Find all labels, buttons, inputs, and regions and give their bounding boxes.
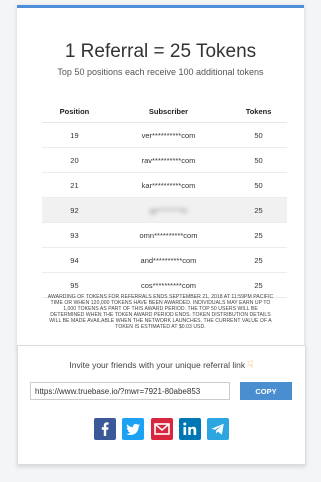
copy-button[interactable]: COPY [240, 382, 292, 400]
row-subscriber: gx********m [106, 197, 231, 223]
column-header-tokens: Tokens [230, 100, 287, 123]
row-subscriber: omn**********com [106, 222, 231, 248]
row-subscriber: rav**********com [106, 147, 231, 173]
pointing-down-hand-icon: ☟ [247, 360, 254, 371]
row-subscriber: kar**********com [106, 172, 231, 198]
column-header-subscriber: Subscriber [106, 100, 231, 123]
invite-text: Invite your friends with your unique ref… [69, 360, 246, 370]
row-tokens: 50 [230, 172, 287, 198]
referral-card: 1 Referral = 25 Tokens Top 50 positions … [17, 5, 304, 348]
table-row: 21 kar**********com 50 [42, 172, 287, 198]
row-tokens: 50 [230, 147, 287, 173]
row-tokens: 25 [230, 197, 287, 223]
table-row: 93 omn**********com 25 [42, 222, 287, 248]
linkedin-icon[interactable] [178, 418, 201, 440]
row-position: 92 [42, 197, 107, 223]
page-subtitle: Top 50 positions each receive 100 additi… [57, 67, 264, 77]
row-subscriber: and**********com [106, 247, 231, 273]
table-row: 19 ver**********com 50 [42, 122, 287, 148]
row-position: 21 [42, 172, 107, 198]
facebook-icon[interactable] [93, 418, 116, 440]
social-share-bar [18, 418, 305, 440]
telegram-icon[interactable] [207, 418, 230, 440]
table-row: 94 and**********com 25 [42, 247, 287, 273]
row-tokens: 50 [230, 122, 287, 148]
leaderboard-table: Position Subscriber Tokens 19 ver*******… [42, 100, 287, 298]
table-row-current-user: 92 gx********m 25 [42, 197, 287, 223]
invite-panel: Invite your friends with your unique ref… [17, 345, 306, 465]
table-header-row: Position Subscriber Tokens [42, 100, 287, 123]
blurred-subscriber: gx********m [149, 205, 188, 215]
twitter-icon[interactable] [122, 418, 145, 440]
row-subscriber: ver**********com [106, 122, 231, 148]
row-tokens: 25 [230, 247, 287, 273]
column-header-position: Position [42, 100, 107, 123]
row-position: 20 [42, 147, 107, 173]
page-title: 1 Referral = 25 Tokens [64, 41, 257, 62]
referral-link-input[interactable] [30, 382, 230, 400]
row-tokens: 25 [230, 222, 287, 248]
row-position: 19 [42, 122, 107, 148]
email-icon[interactable] [150, 418, 173, 440]
row-position: 93 [42, 222, 107, 248]
row-position: 94 [42, 247, 107, 273]
disclaimer-text: Awarding of tokens for referrals ends Se… [47, 294, 274, 330]
referral-link-row: COPY [30, 382, 292, 400]
invite-text-line: Invite your friends with your unique ref… [18, 360, 305, 371]
table-row: 20 rav**********com 50 [42, 147, 287, 173]
